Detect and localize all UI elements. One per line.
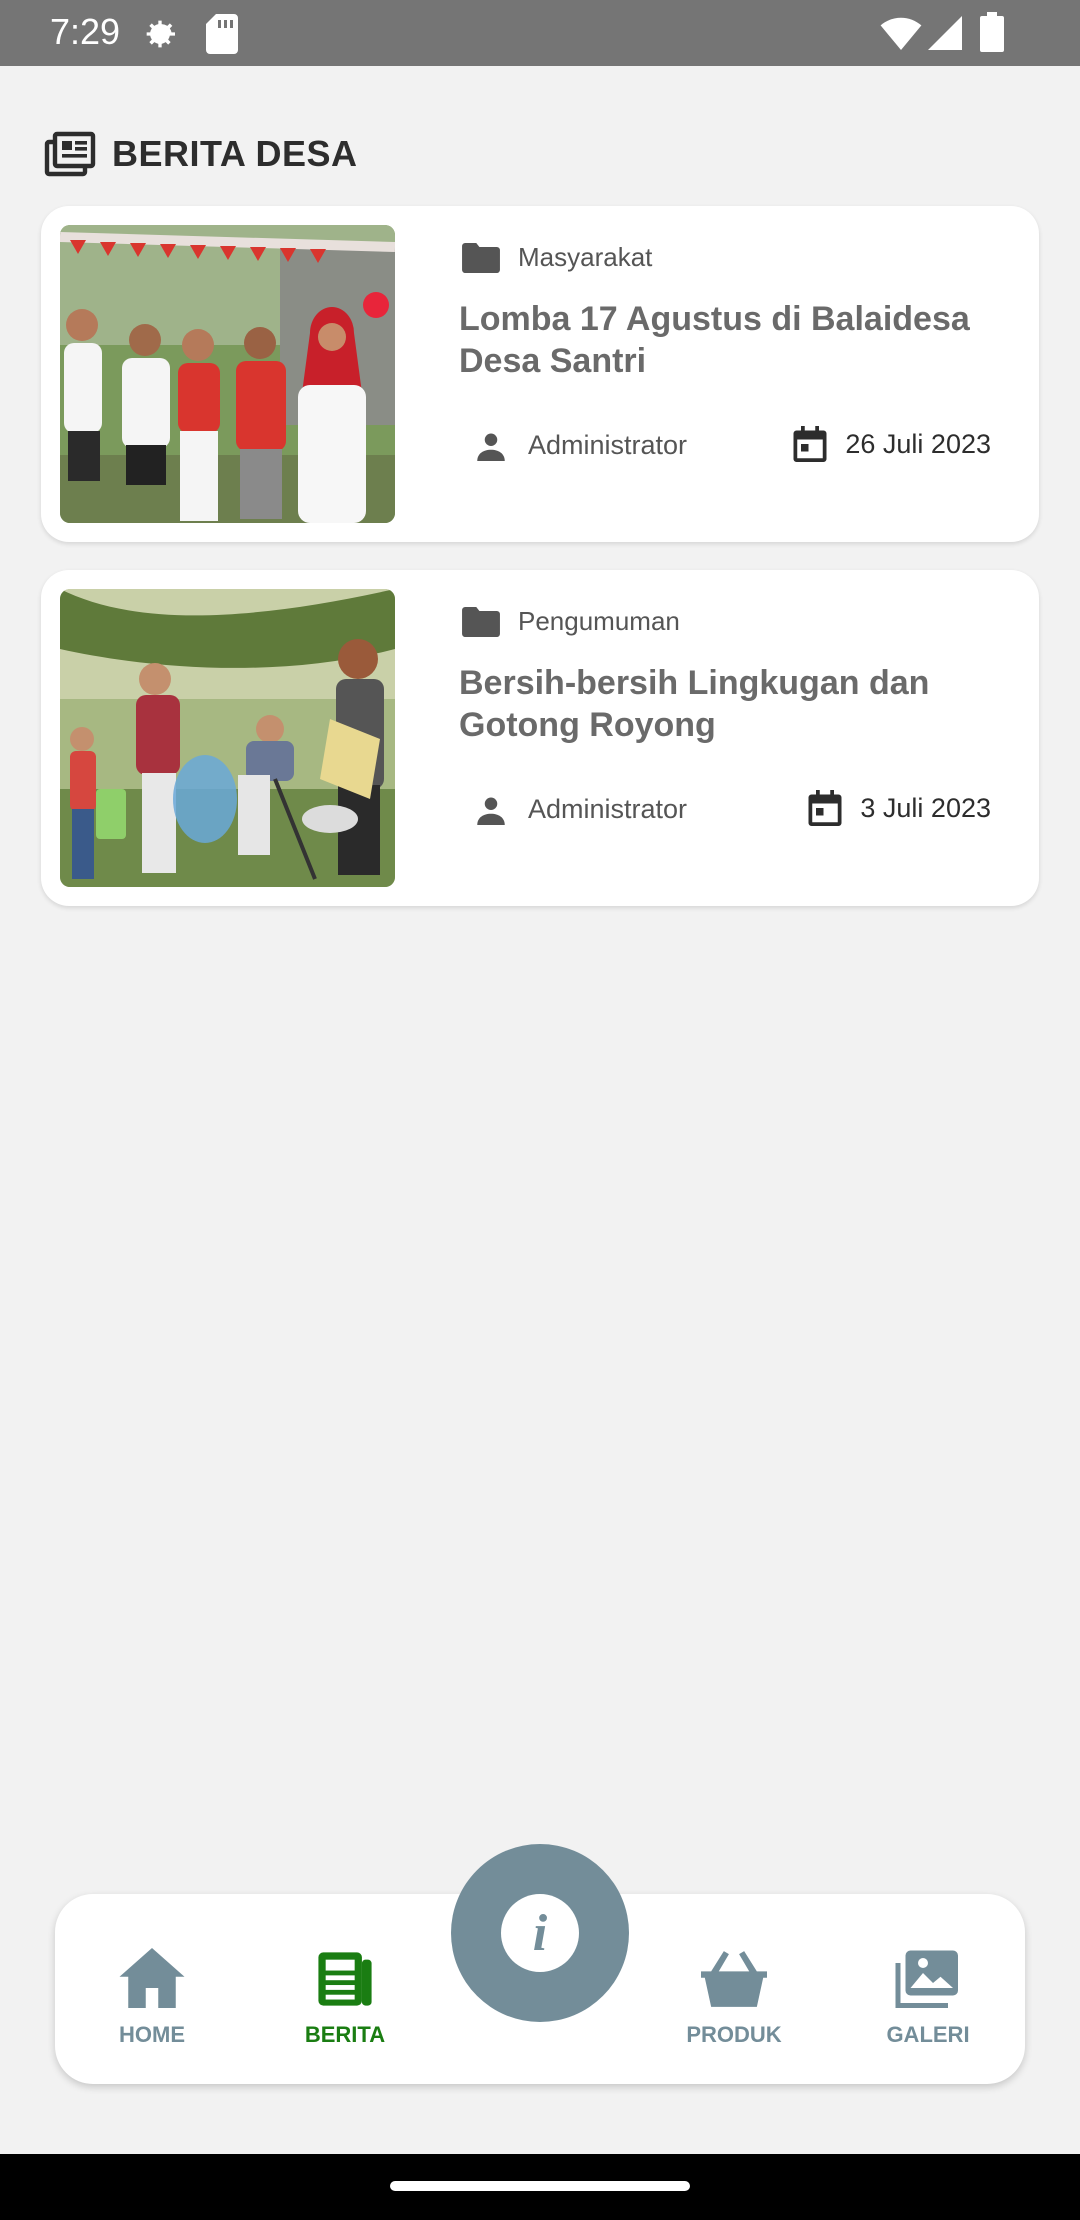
news-date: 3 Juli 2023 [808, 790, 991, 826]
date-label: 3 Juli 2023 [860, 792, 991, 823]
sd-card-icon [206, 14, 238, 59]
nav-label: BERITA [304, 2022, 386, 2047]
signal-icon [928, 16, 962, 55]
person-icon [476, 431, 506, 461]
battery-icon [980, 12, 1004, 57]
nav-item-produk[interactable]: PRODUK [654, 1944, 814, 2048]
gallery-icon [895, 1944, 961, 2008]
folder-icon [462, 242, 500, 273]
nav-label: GALERI [886, 2022, 970, 2047]
news-author: Administrator [476, 430, 687, 461]
wifi-icon [880, 16, 922, 55]
settings-icon [140, 14, 180, 59]
news-title[interactable]: Lomba 17 Agustus di Balaidesa Desa Santr… [459, 298, 1049, 382]
news-thumbnail [60, 225, 395, 523]
person-icon [476, 795, 506, 825]
info-button[interactable]: i [451, 1844, 629, 2022]
news-card[interactable]: Masyarakat Lomba 17 Agustus di Balaidesa… [41, 206, 1039, 542]
system-navigation-bar [0, 2154, 1080, 2220]
section-header: BERITA DESA [44, 126, 358, 182]
status-time: 7:29 [50, 11, 121, 52]
home-icon [119, 1944, 185, 2008]
news-card[interactable]: Pengumuman Bersih-bersih Lingkugan dan G… [41, 570, 1039, 906]
nav-item-home[interactable]: HOME [72, 1944, 232, 2048]
news-thumbnail [60, 589, 395, 887]
news-list-icon [44, 131, 96, 177]
news-title[interactable]: Bersih-bersih Lingkugan dan Gotong Royon… [459, 662, 1049, 746]
author-label: Administrator [528, 430, 688, 460]
basket-icon [701, 1944, 767, 2008]
status-bar: 7:29 [0, 0, 1080, 66]
page-title: BERITA DESA [112, 133, 358, 174]
author-label: Administrator [528, 794, 688, 824]
home-indicator[interactable] [390, 2181, 690, 2191]
nav-item-galeri[interactable]: GALERI [848, 1944, 1008, 2048]
news-category: Masyarakat [462, 242, 652, 273]
news-category: Pengumuman [462, 606, 680, 637]
nav-item-berita[interactable]: BERITA [265, 1944, 425, 2048]
folder-icon [462, 606, 500, 637]
category-label: Masyarakat [518, 242, 653, 272]
info-icon: i [501, 1894, 579, 1972]
nav-label: PRODUK [686, 2022, 782, 2047]
date-label: 26 Juli 2023 [845, 428, 991, 459]
news-icon [316, 1944, 374, 2008]
news-author: Administrator [476, 794, 687, 825]
category-label: Pengumuman [518, 606, 680, 636]
calendar-icon [808, 790, 842, 826]
calendar-icon [793, 426, 827, 462]
nav-label: HOME [119, 2022, 185, 2047]
news-date: 26 Juli 2023 [793, 426, 991, 462]
